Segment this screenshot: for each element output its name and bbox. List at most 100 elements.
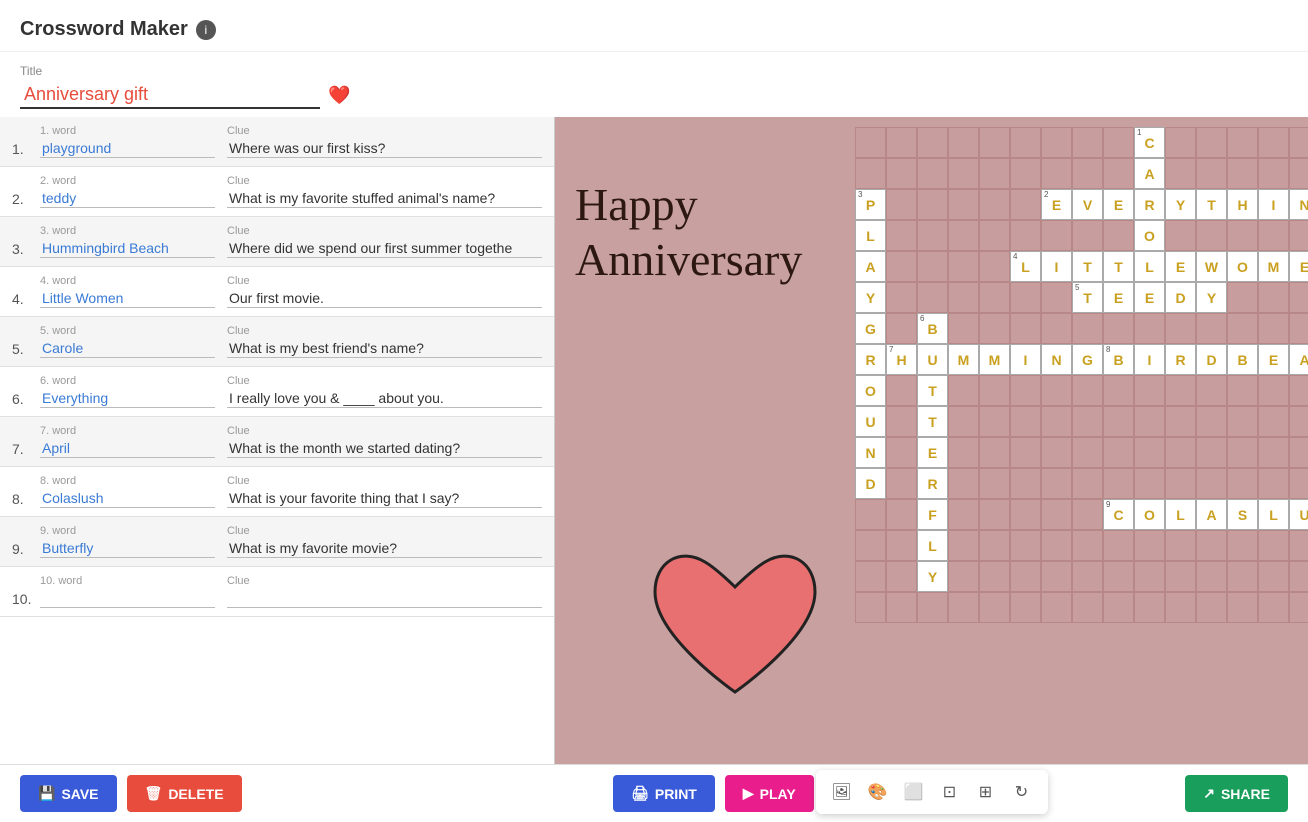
word-input[interactable] (40, 489, 215, 508)
clue-input[interactable] (227, 539, 542, 558)
crossword-cell: U (1289, 499, 1308, 530)
bottom-right-actions: ↗ SHARE (1185, 775, 1288, 812)
refresh-button[interactable]: ↻ (1006, 776, 1038, 808)
word-input[interactable] (40, 139, 215, 158)
save-label: SAVE (61, 786, 98, 802)
add-image-button[interactable]: 🖼 (826, 776, 858, 808)
app-title: Crossword Maker (20, 18, 188, 41)
clue-col-label: Clue (227, 275, 542, 287)
crossword-cell: D (1165, 282, 1196, 313)
bottom-center-actions: 🖨 PRINT ▶ PLAY (613, 775, 814, 812)
clue-col-label: Clue (227, 525, 542, 537)
crossword-cell: F (917, 499, 948, 530)
clue-input[interactable] (227, 439, 542, 458)
share-button[interactable]: ↗ SHARE (1185, 775, 1288, 812)
crossword-cell: 4L (1010, 251, 1041, 282)
word-col-label: 4. word (40, 275, 215, 287)
crossword-cell: R (855, 344, 886, 375)
clue-input[interactable] (227, 489, 542, 508)
clue-col-label: Clue (227, 575, 542, 587)
word-input[interactable] (40, 589, 215, 608)
word-item: 10. 10. word Clue (0, 567, 554, 617)
word-item: 6. 6. word Clue (0, 367, 554, 417)
crossword-cell: A (1289, 344, 1308, 375)
word-number: 8. (12, 475, 40, 508)
crossword-cell: E (1165, 251, 1196, 282)
palette-button[interactable]: 🎨 (862, 776, 894, 808)
delete-label: DELETE (168, 786, 223, 802)
share-icon: ↗ (1203, 785, 1215, 802)
clue-input[interactable] (227, 389, 542, 408)
word-item: 4. 4. word Clue (0, 267, 554, 317)
crossword-cell: R (1165, 344, 1196, 375)
print-button[interactable]: 🖨 PRINT (613, 775, 715, 812)
crossword-toolbar: 🖼 🎨 ⬜ ⊡ ⊞ ↻ (816, 770, 1048, 814)
crossword-cell: 3P (855, 189, 886, 220)
title-section: Title ❤️ (0, 52, 1308, 117)
clue-input[interactable] (227, 339, 542, 358)
crossword-cell: N (1041, 344, 1072, 375)
word-number: 1. (12, 125, 40, 158)
crossword-cell: E (1103, 189, 1134, 220)
word-input[interactable] (40, 189, 215, 208)
word-input[interactable] (40, 289, 215, 308)
word-input[interactable] (40, 339, 215, 358)
crossword-cell: 5T (1072, 282, 1103, 313)
word-item: 7. 7. word Clue (0, 417, 554, 467)
crossword-cell: I (1041, 251, 1072, 282)
crossword-cell: G (855, 313, 886, 344)
crossword-cell: L (917, 530, 948, 561)
crossword-cell: M (1258, 251, 1289, 282)
crossword-cell: Y (1196, 282, 1227, 313)
crossword-cell: M (948, 344, 979, 375)
clue-col-label: Clue (227, 325, 542, 337)
word-list: 1. 1. word Clue 2. 2. word Clue 3. 3. w (0, 117, 554, 617)
crossword-cell: T (1103, 251, 1134, 282)
heart-decoration-overlay (635, 537, 835, 712)
word-col-label: 5. word (40, 325, 215, 337)
info-icon[interactable]: i (196, 20, 216, 40)
delete-icon: 🗑 (145, 785, 163, 802)
crossword-cell: Y (1165, 189, 1196, 220)
word-item: 2. 2. word Clue (0, 167, 554, 217)
word-col-label: 7. word (40, 425, 215, 437)
print-label: PRINT (655, 786, 697, 802)
crossword-cell: 8B (1103, 344, 1134, 375)
clue-input[interactable] (227, 289, 542, 308)
clue-input[interactable] (227, 189, 542, 208)
word-item: 1. 1. word Clue (0, 117, 554, 167)
word-col-label: 10. word (40, 575, 215, 587)
word-col-label: 6. word (40, 375, 215, 387)
crossword-cell: O (1227, 251, 1258, 282)
main-content: 1. 1. word Clue 2. 2. word Clue 3. 3. w (0, 117, 1308, 822)
puzzle-title-input[interactable] (20, 82, 320, 109)
grid-button[interactable]: ⊞ (970, 776, 1002, 808)
crossword-cell: L (1134, 251, 1165, 282)
word-item: 5. 5. word Clue (0, 317, 554, 367)
crossword-cell: M (979, 344, 1010, 375)
crossword-cell: L (1258, 499, 1289, 530)
clue-input[interactable] (227, 589, 542, 608)
clue-input[interactable] (227, 139, 542, 158)
save-button[interactable]: 💾 SAVE (20, 775, 117, 812)
crossword-cell: 9C (1103, 499, 1134, 530)
crossword-cell: G (1072, 344, 1103, 375)
crossword-cell: W (1196, 251, 1227, 282)
title-label: Title (20, 64, 1288, 78)
word-input[interactable] (40, 439, 215, 458)
bottom-left-actions: 💾 SAVE 🗑 DELETE (20, 775, 242, 812)
word-number: 9. (12, 525, 40, 558)
crossword-cell: E (917, 437, 948, 468)
play-icon: ▶ (743, 785, 754, 802)
clue-input[interactable] (227, 239, 542, 258)
play-button[interactable]: ▶ PLAY (725, 775, 814, 812)
dotted-square-button[interactable]: ⊡ (934, 776, 966, 808)
square-button[interactable]: ⬜ (898, 776, 930, 808)
word-input[interactable] (40, 239, 215, 258)
clue-col-label: Clue (227, 475, 542, 487)
word-number: 6. (12, 375, 40, 408)
word-input[interactable] (40, 389, 215, 408)
crossword-cell: Y (855, 282, 886, 313)
delete-button[interactable]: 🗑 DELETE (127, 775, 242, 812)
word-input[interactable] (40, 539, 215, 558)
